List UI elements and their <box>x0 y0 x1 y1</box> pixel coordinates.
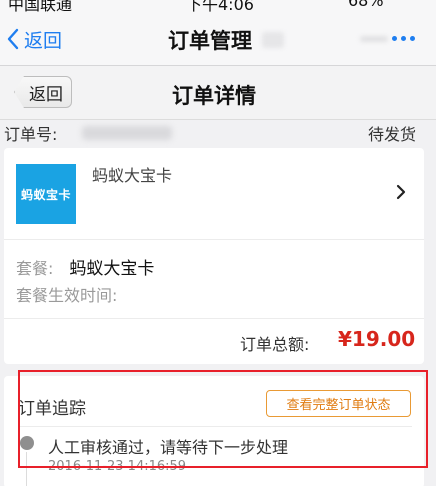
plan-label: 套餐: <box>16 259 54 278</box>
order-total-label: 订单总额: <box>240 335 310 354</box>
order-status: 待发货 <box>368 125 417 144</box>
timeline-dot-icon <box>20 436 34 450</box>
tracking-title: 订单追踪 <box>18 399 86 419</box>
product-name: 蚂蚁大宝卡 <box>92 166 173 185</box>
page-title: 订单详情 <box>172 84 256 108</box>
timeline-line <box>26 452 27 486</box>
effective-time-label: 套餐生效时间: <box>16 286 118 305</box>
tracking-event-text: 人工审核通过，请等待下一步处理 <box>48 438 289 457</box>
view-full-status-button[interactable]: 查看完整订单状态 <box>266 390 411 417</box>
order-total-row: 订单总额: ¥19.00 <box>4 318 424 364</box>
blurred-region <box>262 32 284 48</box>
order-number-masked <box>82 126 172 140</box>
clock: 下午4:06 <box>186 0 254 12</box>
product-logo-text: 蚂蚁宝卡 <box>20 187 71 202</box>
nav-back-button[interactable]: 返回 <box>6 26 62 52</box>
order-number-row: 订单号: 待发货 <box>0 120 436 146</box>
divider <box>18 426 412 427</box>
chevron-right-icon <box>396 184 406 200</box>
nav-title: 订单管理 <box>168 29 252 53</box>
header-back-button[interactable]: 返回 <box>14 76 72 108</box>
tracking-event-time: 2016-11-23 14:16:59 <box>48 459 187 474</box>
product-row[interactable]: 蚂蚁宝卡 蚂蚁大宝卡 <box>4 148 424 240</box>
plan-value: 蚂蚁大宝卡 <box>69 259 155 279</box>
plan-row: 套餐: 蚂蚁大宝卡 <box>16 254 154 279</box>
page-header: 返回 订单详情 <box>0 66 436 120</box>
order-number-label: 订单号: <box>4 125 58 144</box>
status-bar: 中国联通 下午4:06 68% <box>0 0 436 12</box>
order-tracking-card: 订单追踪 查看完整订单状态 人工审核通过，请等待下一步处理 2016-11-23… <box>4 376 424 486</box>
order-detail-card: 蚂蚁宝卡 蚂蚁大宝卡 套餐: 蚂蚁大宝卡 套餐生效时间: 订单总额: ¥19.00 <box>4 148 424 364</box>
chevron-left-icon <box>7 28 19 50</box>
more-dots-icon[interactable] <box>392 36 415 41</box>
order-total-value: ¥19.00 <box>338 327 416 351</box>
product-logo: 蚂蚁宝卡 <box>16 164 76 224</box>
carrier-label: 中国联通 <box>8 0 73 12</box>
top-nav-bar: 返回 订单管理 <box>0 12 436 66</box>
battery-label: 68% <box>348 0 384 10</box>
nav-back-label: 返回 <box>24 29 63 52</box>
blurred-region <box>360 36 388 42</box>
